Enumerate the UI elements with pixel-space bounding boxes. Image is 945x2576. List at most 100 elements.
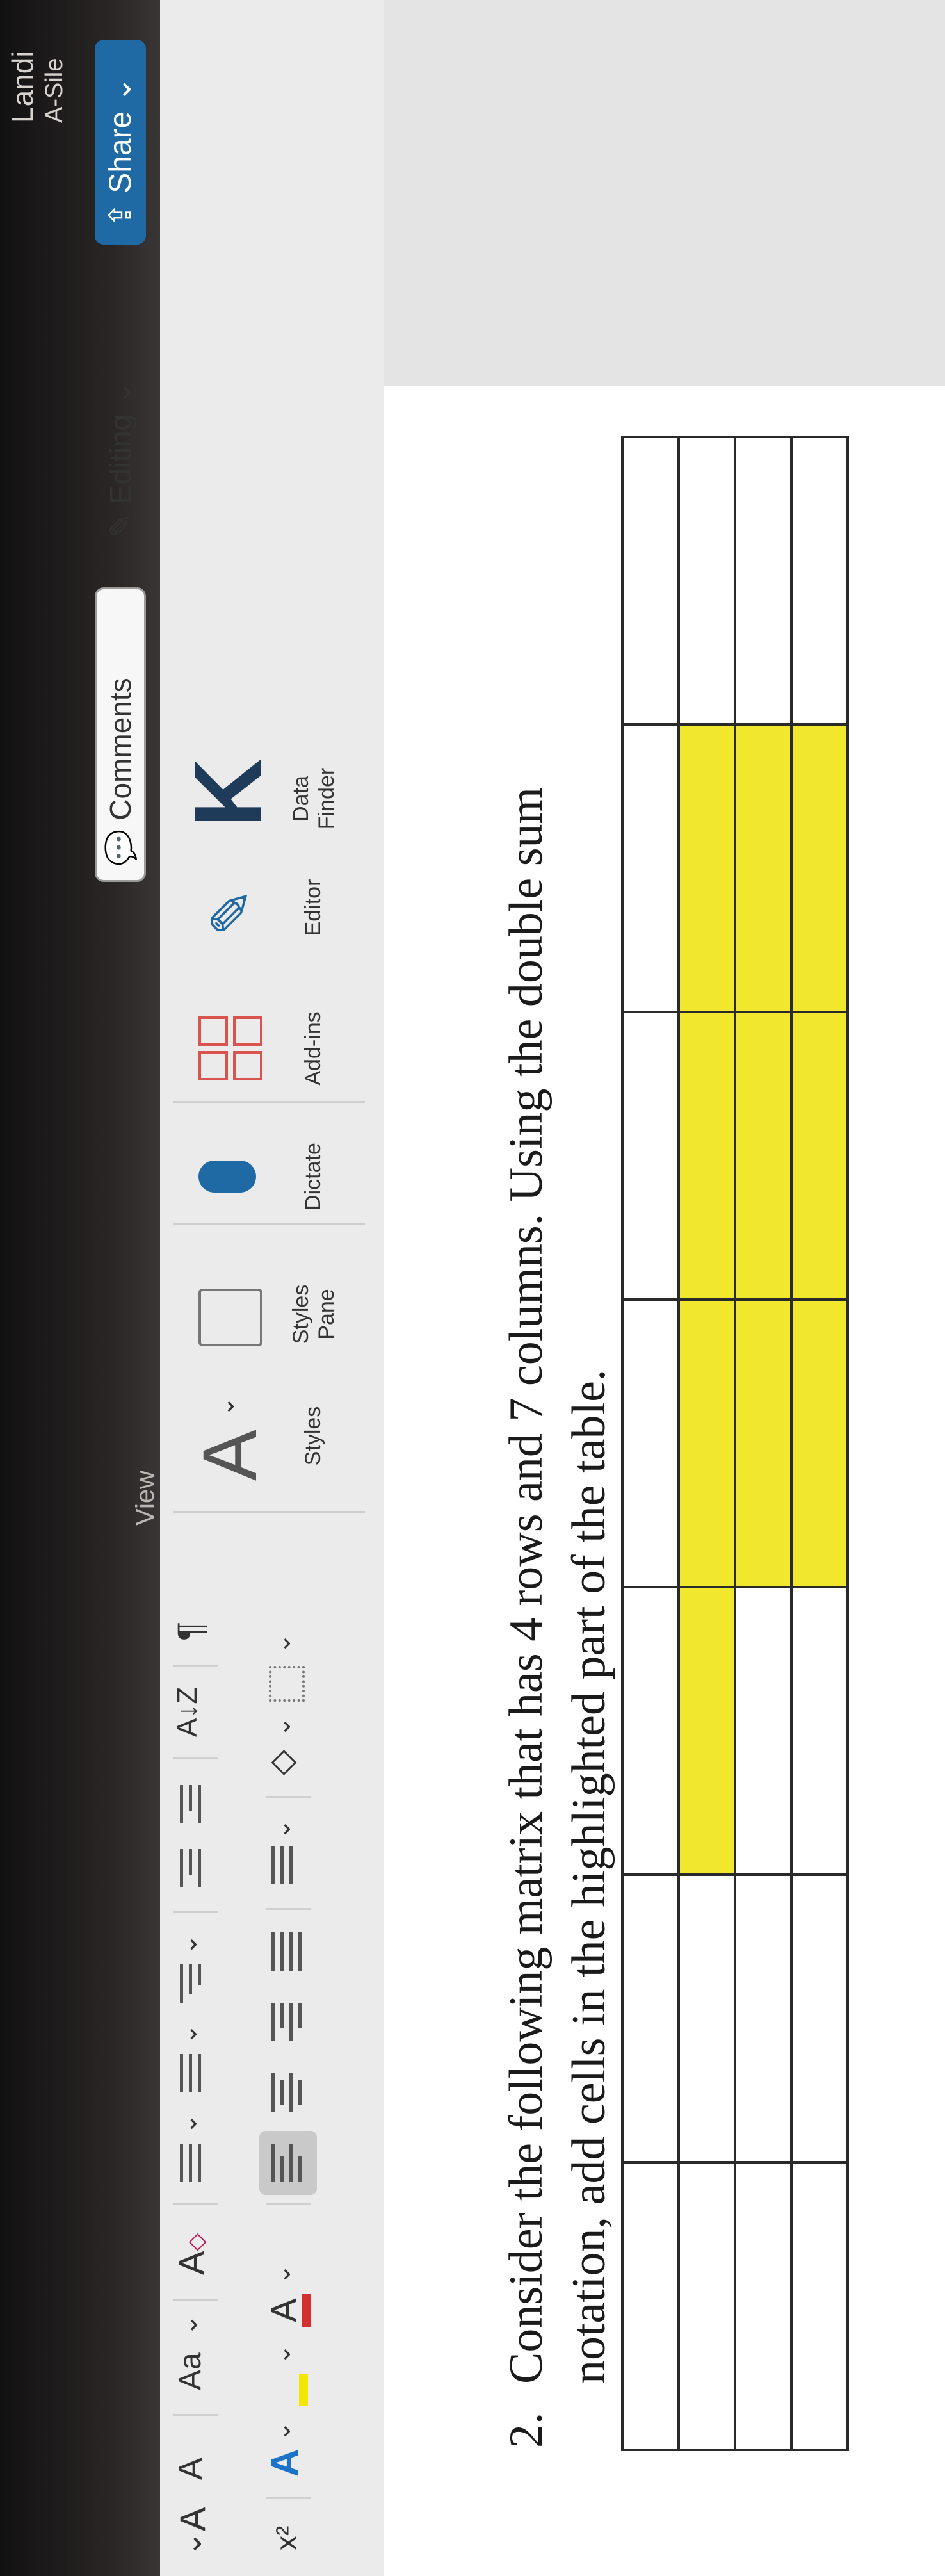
table-cell[interactable] [735,1875,791,2162]
align-left-icon[interactable] [266,2144,307,2182]
table-cell[interactable] [679,724,735,1012]
separator [266,1796,311,1798]
styles-pane-button-label[interactable]: Styles Pane [288,1263,339,1365]
chevron-down-icon[interactable]: ⌄ [268,1633,296,1654]
table-cell[interactable] [679,437,735,724]
table-cell[interactable] [622,437,679,724]
chevron-down-icon[interactable]: ⌄ [268,1819,296,1839]
chevron-down-icon[interactable]: ⌄ [268,2344,296,2365]
table-cell[interactable] [791,1300,848,1587]
table-cell[interactable] [622,724,679,1012]
corner-text-2: A-Sile [41,58,68,123]
separator [173,2203,218,2205]
table-cell[interactable] [622,1875,679,2162]
align-right-icon[interactable] [266,2003,307,2041]
question-line-2: notation, add cells in the highlighted p… [563,1369,615,2384]
shrink-font-button[interactable]: A [172,2458,210,2480]
table-cell[interactable] [791,724,848,1012]
separator [173,1223,365,1225]
question-line-1: Consider the following matrix that has 4… [500,787,553,2384]
pencil-icon: ✎ [104,513,137,538]
data-finder-button-label[interactable]: Data Finder [288,751,339,847]
table-cell[interactable] [791,1587,848,1875]
addins-grid-icon[interactable] [198,1016,262,1080]
superscript-button[interactable]: x² [269,2526,303,2550]
data-finder-k-icon[interactable]: K [173,758,284,827]
table-cell[interactable] [622,1587,679,1875]
table-cell[interactable] [791,2162,848,2450]
increase-indent-icon[interactable] [174,1785,207,1823]
chevron-down-icon[interactable]: ⌄ [211,1396,240,1417]
decrease-indent-icon[interactable] [174,1849,207,1887]
table-cell[interactable] [735,437,791,724]
sort-button[interactable]: A↓Z [172,1687,204,1737]
corner-text-1: Landi [6,51,39,123]
table-cell[interactable] [679,1875,735,2162]
screen: Landi A-Sile View ⌄ A A Aa ⌄ A◇ ⌄ ⌄ ⌄ A↓… [0,0,945,2576]
borders-icon[interactable] [269,1666,305,1702]
table-cell[interactable] [791,437,848,724]
share-icon: ⇪ [104,202,138,228]
font-color-icon[interactable]: A [262,2288,314,2333]
text-effects-icon[interactable]: A [262,2449,307,2477]
editor-button-label[interactable]: Editor [301,860,326,956]
table-cell[interactable] [735,724,791,1012]
table-cell[interactable] [791,1012,848,1300]
table-cell[interactable] [679,1012,735,1300]
multilevel-list-icon[interactable] [174,1964,207,2003]
shading-icon[interactable]: ◇ [262,1750,301,1775]
clear-formatting-icon[interactable]: A◇ [170,2233,212,2275]
change-case-button[interactable]: Aa [173,2352,208,2390]
page-margin-area [384,0,945,386]
styles-button-label[interactable]: Styles [301,1385,326,1487]
microphone-icon[interactable] [198,1161,256,1193]
chevron-down-icon: ⌄ [104,380,137,405]
text-highlight-icon[interactable] [266,2368,311,2413]
comments-button[interactable]: 💬 Comments [95,587,146,882]
editor-pen-icon[interactable]: ✎ [198,888,266,936]
justify-icon[interactable] [266,1932,307,1971]
styles-pane-icon[interactable] [198,1289,262,1346]
dictate-button-label[interactable]: Dictate [301,1129,326,1225]
separator [173,1101,365,1103]
table-cell[interactable] [622,1012,679,1300]
chevron-down-icon[interactable]: ⌄ [174,2024,203,2044]
separator [266,1908,311,1910]
table-cell[interactable] [679,1587,735,1875]
table-row [791,437,848,2450]
table-row [735,437,791,2450]
tab-view[interactable]: View [131,1471,160,1526]
grow-font-button[interactable]: A [172,2507,213,2531]
comment-icon: 💬 [103,829,137,866]
table-cell[interactable] [735,1012,791,1300]
separator [173,1911,218,1913]
addins-button-label[interactable]: Add-ins [301,1000,326,1096]
table-cell[interactable] [622,2162,679,2450]
chevron-down-icon: ⌄ [104,76,138,102]
chevron-down-icon[interactable]: ⌄ [174,2314,204,2336]
chevron-down-icon[interactable]: ⌄ [174,2114,203,2134]
bullets-icon[interactable] [174,2144,207,2182]
table-cell[interactable] [679,2162,735,2450]
editing-mode-button[interactable]: ✎ Editing ⌄ [95,283,146,552]
chevron-down-icon[interactable]: ⌄ [268,1716,296,1737]
share-button[interactable]: ⇪ Share ⌄ [95,40,146,245]
line-spacing-icon[interactable] [266,1846,298,1884]
chevron-down-icon[interactable]: ⌄ [268,2421,296,2441]
show-formatting-button[interactable]: ¶ [169,1622,211,1641]
numbering-icon[interactable] [174,2054,207,2092]
styles-gallery-icon[interactable]: A [186,1430,274,1481]
chevron-down-icon[interactable]: ⌄ [174,1934,203,1955]
chevron-down-icon[interactable]: ⌄ [268,2264,296,2285]
chevron-down-icon[interactable]: ⌄ [173,2531,209,2557]
table-cell[interactable] [622,1300,679,1587]
table-cell[interactable] [735,2162,791,2450]
editing-label: Editing [104,414,137,505]
table-row [679,437,735,2450]
table-cell[interactable] [791,1875,848,2162]
table-cell[interactable] [735,1300,791,1587]
align-center-icon[interactable] [266,2073,307,2112]
matrix-table[interactable] [621,436,849,2451]
table-cell[interactable] [679,1300,735,1587]
table-cell[interactable] [735,1587,791,1875]
